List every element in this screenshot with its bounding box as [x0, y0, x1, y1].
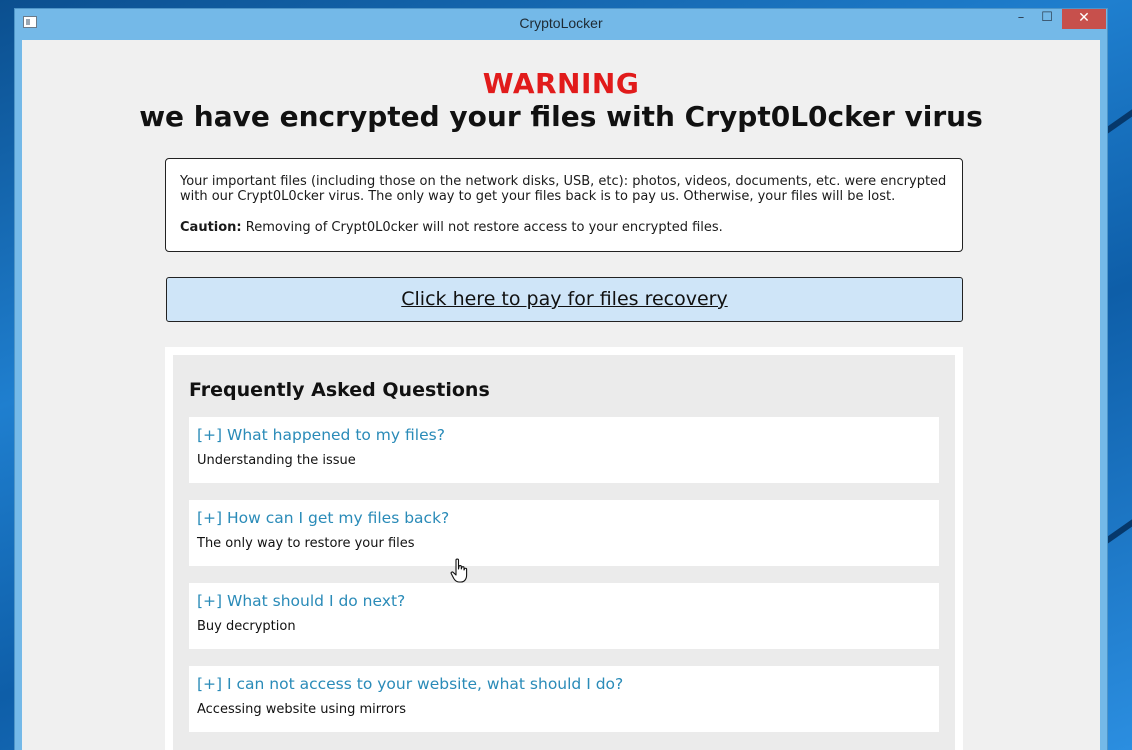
page-title: we have encrypted your files with Crypt0… — [139, 100, 983, 133]
pay-recovery-button[interactable]: Click here to pay for files recovery — [166, 277, 963, 322]
notice-box: Your important files (including those on… — [165, 158, 963, 252]
faq-item-get-files-back[interactable]: [+] How can I get my files back? The onl… — [189, 500, 939, 566]
faq-item-next-steps[interactable]: [+] What should I do next? Buy decryptio… — [189, 583, 939, 649]
app-window: CryptoLocker – ☐ ✕ WARNING we have encry… — [14, 8, 1108, 750]
caution-text: Removing of Crypt0L0cker will not restor… — [241, 220, 723, 235]
faq-section: Frequently Asked Questions [+] What happ… — [165, 347, 963, 750]
faq-item-what-happened[interactable]: [+] What happened to my files? Understan… — [189, 417, 939, 483]
faq-title: Frequently Asked Questions — [189, 379, 490, 401]
minimize-button[interactable]: – — [1011, 9, 1031, 29]
faq-question[interactable]: [+] What should I do next? — [197, 592, 405, 610]
faq-answer: Buy decryption — [197, 619, 296, 634]
notice-paragraph: Your important files (including those on… — [180, 174, 947, 204]
faq-answer: Accessing website using mirrors — [197, 702, 407, 717]
caution-label: Caution: — [180, 220, 242, 235]
window-content: WARNING we have encrypted your files wit… — [22, 40, 1100, 750]
faq-answer: Understanding the issue — [197, 453, 356, 468]
faq-panel: Frequently Asked Questions [+] What happ… — [173, 355, 955, 750]
close-button[interactable]: ✕ — [1062, 9, 1106, 29]
faq-answer: The only way to restore your files — [197, 536, 415, 551]
maximize-button[interactable]: ☐ — [1037, 9, 1057, 29]
caution-line: Caution: Removing of Crypt0L0cker will n… — [180, 220, 948, 235]
hand-cursor-icon — [450, 558, 468, 583]
faq-question[interactable]: [+] What happened to my files? — [197, 426, 445, 444]
warning-heading: WARNING — [482, 67, 640, 100]
faq-question[interactable]: [+] I can not access to your website, wh… — [197, 675, 623, 693]
title-bar[interactable]: CryptoLocker – ☐ ✕ — [15, 9, 1107, 39]
faq-item-website-access[interactable]: [+] I can not access to your website, wh… — [189, 666, 939, 732]
window-title: CryptoLocker — [519, 15, 603, 31]
faq-question[interactable]: [+] How can I get my files back? — [197, 509, 449, 527]
